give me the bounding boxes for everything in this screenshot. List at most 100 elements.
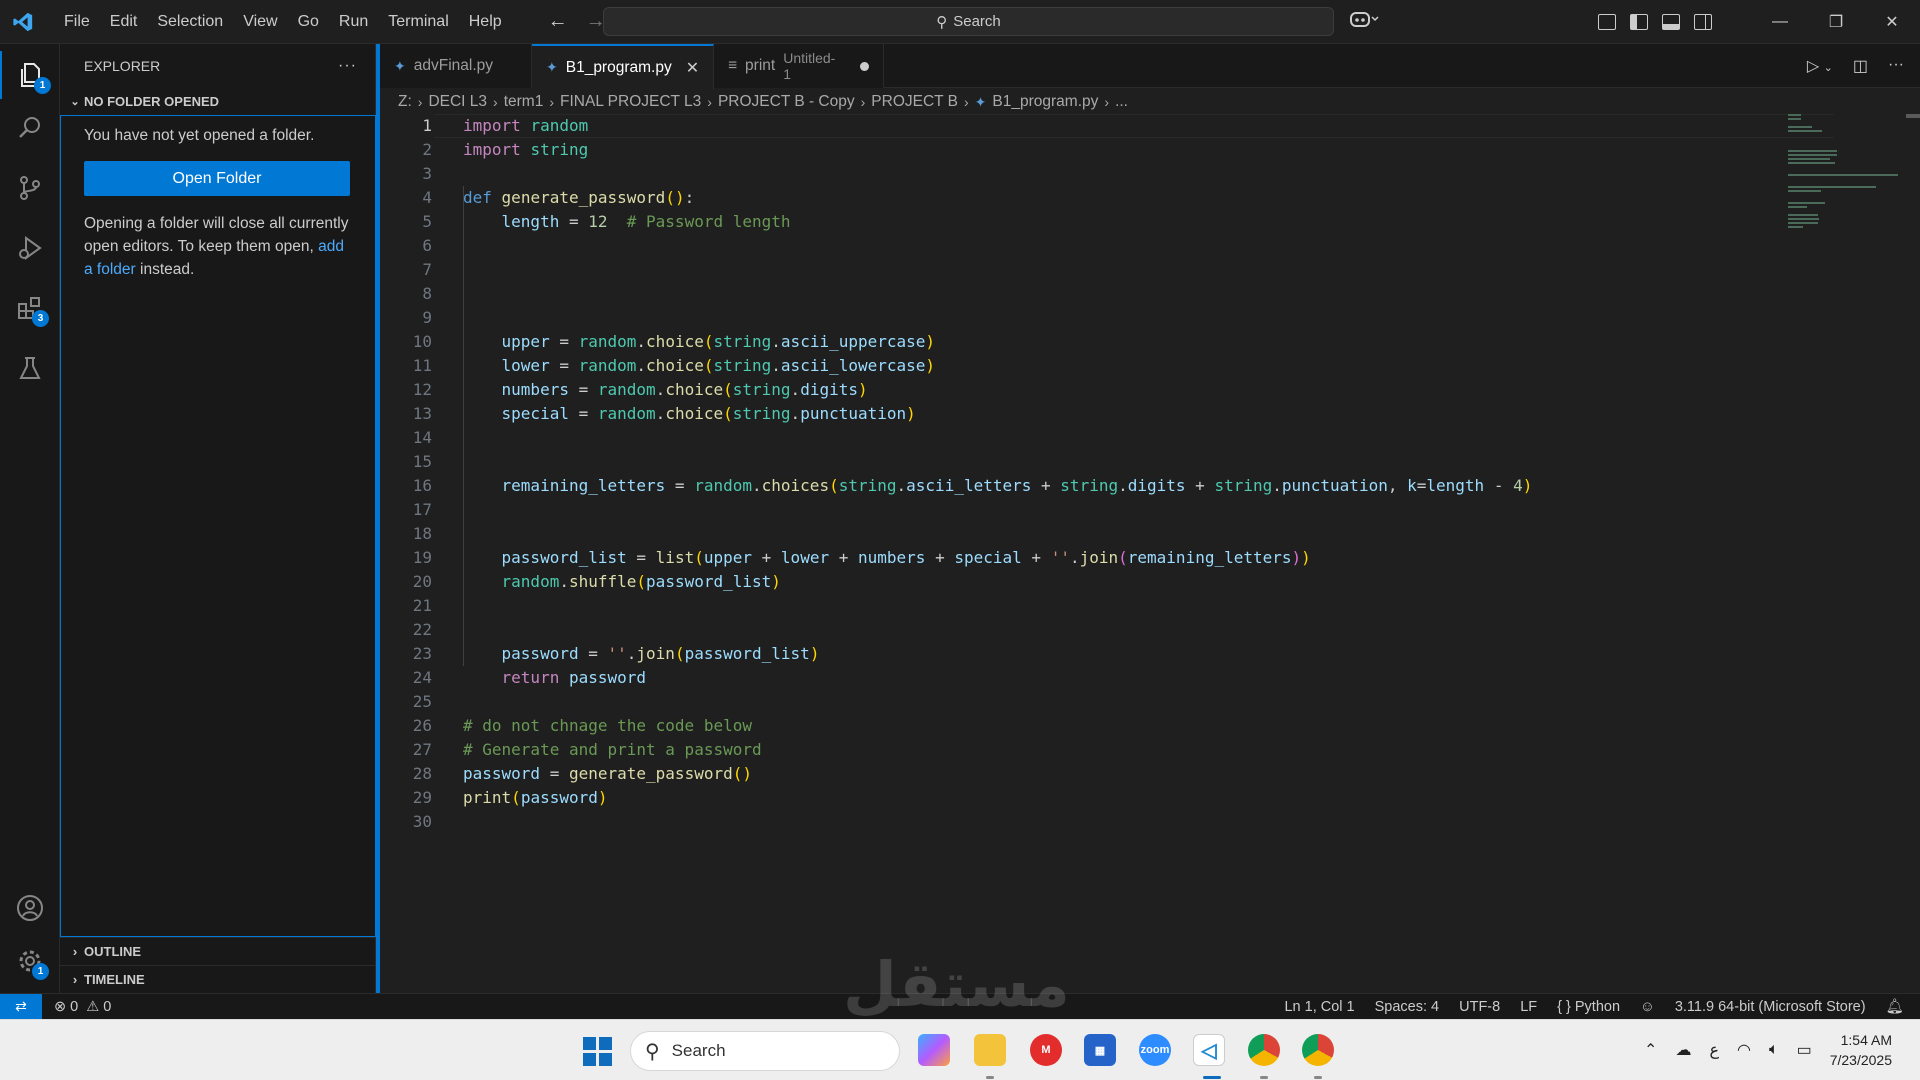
copilot-app-icon[interactable] xyxy=(918,1034,950,1066)
cursor-position[interactable]: Ln 1, Col 1 xyxy=(1284,999,1354,1015)
outline-section-header[interactable]: › OUTLINE xyxy=(60,937,375,965)
code-line[interactable]: 26 # do not chnage the code below xyxy=(380,714,1780,738)
unsaved-dot-icon[interactable] xyxy=(860,61,869,71)
chrome-icon[interactable] xyxy=(1248,1034,1280,1066)
code-line[interactable]: 19 password_list = list(upper + lower + … xyxy=(380,546,1780,570)
notifications-bell-icon[interactable]: 🔔︎ xyxy=(1886,998,1904,1015)
code-line[interactable]: 2 import string xyxy=(380,138,1780,162)
breadcrumb-item[interactable]: ... xyxy=(1115,93,1128,111)
code-line[interactable]: 17 xyxy=(380,498,1780,522)
explorer-icon[interactable]: 1 xyxy=(0,51,60,99)
windows-start-icon[interactable] xyxy=(583,1037,613,1067)
code-line[interactable]: 28 password = generate_password() xyxy=(380,762,1780,786)
code-line[interactable]: 20 random.shuffle(password_list) xyxy=(380,570,1780,594)
wifi-icon[interactable]: ◠ xyxy=(1737,1040,1751,1060)
open-folder-button[interactable]: Open Folder xyxy=(84,161,350,196)
timeline-section-header[interactable]: › TIMELINE xyxy=(60,965,375,993)
language-mode[interactable]: { } Python xyxy=(1557,999,1620,1015)
source-control-icon[interactable] xyxy=(0,164,60,212)
remote-indicator-icon[interactable]: ⇄ xyxy=(0,993,42,1020)
zoom-icon[interactable]: zoom xyxy=(1139,1034,1171,1066)
scrollbar-indicator[interactable] xyxy=(1906,114,1920,118)
manage-gear-icon[interactable]: 1 xyxy=(0,937,60,985)
accounts-icon[interactable] xyxy=(0,884,60,932)
code-line[interactable]: 27 # Generate and print a password xyxy=(380,738,1780,762)
menu-edit[interactable]: Edit xyxy=(100,0,148,44)
code-editor[interactable]: 1 import random 2 import string 3 4 def genera… xyxy=(380,114,1920,993)
close-window-icon[interactable]: ✕ xyxy=(1864,12,1920,32)
code-line[interactable]: 15 xyxy=(380,450,1780,474)
python-interpreter[interactable]: 3.11.9 64-bit (Microsoft Store) xyxy=(1675,999,1866,1015)
tab-print-untitled[interactable]: ≡ print Untitled-1 xyxy=(714,44,884,88)
no-folder-section-header[interactable]: ⌄ NO FOLDER OPENED xyxy=(60,88,375,114)
code-line[interactable]: 24 return password xyxy=(380,666,1780,690)
breadcrumb-item[interactable]: Z: xyxy=(398,93,412,111)
file-explorer-icon[interactable] xyxy=(974,1034,1006,1066)
code-line[interactable]: 16 remaining_letters = random.choices(st… xyxy=(380,474,1780,498)
code-line[interactable]: 25 xyxy=(380,690,1780,714)
code-line[interactable]: 1 import random xyxy=(380,114,1780,138)
run-python-file-icon[interactable]: ▷ ⌄ xyxy=(1807,56,1833,76)
code-line[interactable]: 18 xyxy=(380,522,1780,546)
breadcrumb-item[interactable]: DECI L3 xyxy=(428,93,487,111)
problems-indicator[interactable]: ⊗ 0 ⚠ 0 xyxy=(54,999,111,1015)
close-tab-icon[interactable]: ✕ xyxy=(686,58,699,78)
code-line[interactable]: 9 xyxy=(380,306,1780,330)
code-line[interactable]: 5 length = 12 # Password length xyxy=(380,210,1780,234)
editor-more-icon[interactable]: ··· xyxy=(1888,56,1904,76)
menu-view[interactable]: View xyxy=(233,0,287,44)
tab-b1-program[interactable]: ✦ B1_program.py ✕ xyxy=(532,44,714,89)
testing-flask-icon[interactable] xyxy=(0,344,60,392)
code-line[interactable]: 21 xyxy=(380,594,1780,618)
menu-help[interactable]: Help xyxy=(459,0,512,44)
code-line[interactable]: 7 xyxy=(380,258,1780,282)
toggle-panel-icon[interactable] xyxy=(1662,14,1680,30)
vscode-taskbar-icon[interactable]: ◁ xyxy=(1193,1034,1225,1066)
chrome-profile-icon[interactable] xyxy=(1302,1034,1334,1066)
battery-icon[interactable]: ▭ xyxy=(1797,1040,1812,1060)
mcafee-icon[interactable]: M xyxy=(1030,1034,1062,1066)
code-line[interactable]: 14 xyxy=(380,426,1780,450)
chevron-up-icon[interactable]: ⌃ xyxy=(1644,1040,1657,1060)
line-ending[interactable]: LF xyxy=(1520,999,1537,1015)
breadcrumb-item[interactable]: PROJECT B xyxy=(871,93,958,111)
input-language[interactable]: ع xyxy=(1709,1040,1719,1060)
code-line[interactable]: 4 def generate_password(): xyxy=(380,186,1780,210)
toggle-secondary-sidebar-icon[interactable] xyxy=(1694,14,1712,30)
breadcrumb-item[interactable]: FINAL PROJECT L3 xyxy=(560,93,701,111)
onedrive-icon[interactable]: ☁ xyxy=(1675,1040,1691,1060)
code-line[interactable]: 12 numbers = random.choice(string.digits… xyxy=(380,378,1780,402)
command-center-search[interactable]: ⚲ Search xyxy=(603,7,1334,36)
code-line[interactable]: 29 print(password) xyxy=(380,786,1780,810)
customize-layout-icon[interactable] xyxy=(1598,14,1616,30)
code-line[interactable]: 22 xyxy=(380,618,1780,642)
menu-run[interactable]: Run xyxy=(329,0,378,44)
minimap[interactable] xyxy=(1788,114,1908,228)
breadcrumb-item[interactable]: PROJECT B - Copy xyxy=(718,93,855,111)
breadcrumb-item[interactable]: term1 xyxy=(504,93,544,111)
encoding[interactable]: UTF-8 xyxy=(1459,999,1500,1015)
code-line[interactable]: 8 xyxy=(380,282,1780,306)
search-view-icon[interactable] xyxy=(0,104,60,152)
volume-icon[interactable]: 🔈︎ xyxy=(1769,1041,1779,1059)
breadcrumb-item[interactable]: B1_program.py xyxy=(992,93,1098,111)
toggle-primary-sidebar-icon[interactable] xyxy=(1630,14,1648,30)
copilot-status-icon[interactable]: ☺ xyxy=(1640,999,1655,1015)
menu-go[interactable]: Go xyxy=(288,0,329,44)
menu-terminal[interactable]: Terminal xyxy=(378,0,458,44)
code-line[interactable]: 6 xyxy=(380,234,1780,258)
extensions-icon[interactable]: 3 xyxy=(0,284,60,332)
copilot-icon[interactable] xyxy=(1350,10,1380,33)
more-actions-icon[interactable]: ··· xyxy=(338,57,357,75)
clock[interactable]: 1:54 AM 7/23/2025 xyxy=(1830,1030,1892,1070)
code-line[interactable]: 30 xyxy=(380,810,1780,834)
tab-advfinal[interactable]: ✦ advFinal.py xyxy=(380,44,532,88)
menu-file[interactable]: File xyxy=(54,0,100,44)
menu-selection[interactable]: Selection xyxy=(147,0,233,44)
taskbar-search[interactable]: ⚲ Search xyxy=(630,1031,900,1071)
restore-icon[interactable]: ❐ xyxy=(1808,12,1864,32)
code-line[interactable]: 3 xyxy=(380,162,1780,186)
back-arrow-icon[interactable]: ← xyxy=(548,10,568,33)
run-debug-icon[interactable] xyxy=(0,224,60,272)
indentation[interactable]: Spaces: 4 xyxy=(1375,999,1440,1015)
